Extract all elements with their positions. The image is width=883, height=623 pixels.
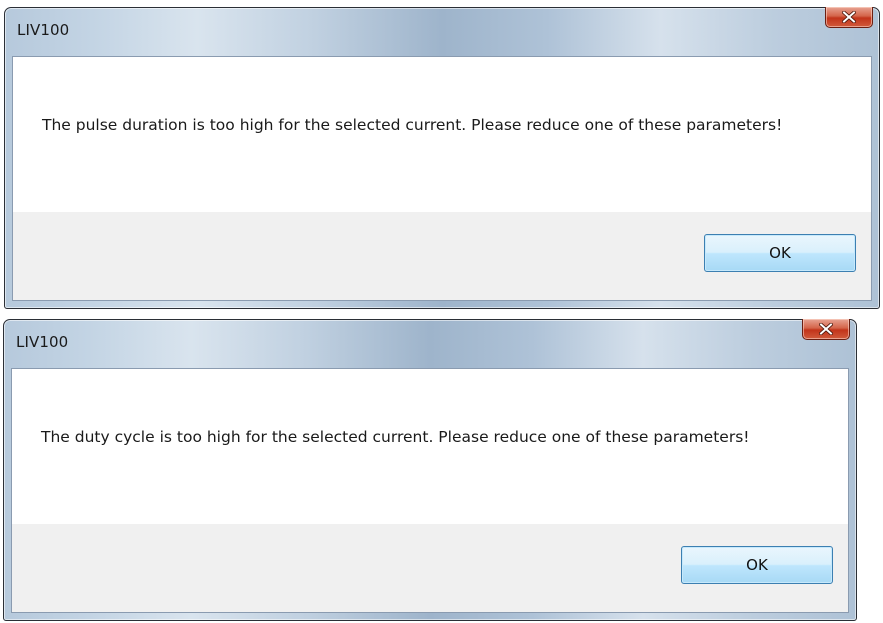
dialog-content: The pulse duration is too high for the s… [12,56,872,301]
dialog-title: LIV100 [16,333,69,351]
dialog-title: LIV100 [17,21,70,39]
dialog-content: The duty cycle is too high for the selec… [11,368,849,613]
message-dialog-pulse-duration: LIV100 The pulse duration is too high fo… [4,7,880,309]
dialog-message: The duty cycle is too high for the selec… [41,428,750,446]
dialog-button-bar: OK [12,524,848,612]
ok-button[interactable]: OK [681,546,833,584]
close-button[interactable] [802,319,850,340]
dialog-button-bar: OK [13,212,871,300]
message-dialog-duty-cycle: LIV100 The duty cycle is too high for th… [3,319,857,621]
close-button[interactable] [825,7,873,28]
close-icon [819,323,833,335]
dialog-titlebar[interactable]: LIV100 [5,7,879,56]
close-icon [842,11,856,23]
dialog-titlebar[interactable]: LIV100 [4,319,856,368]
dialog-message: The pulse duration is too high for the s… [42,116,783,134]
ok-button[interactable]: OK [704,234,856,272]
